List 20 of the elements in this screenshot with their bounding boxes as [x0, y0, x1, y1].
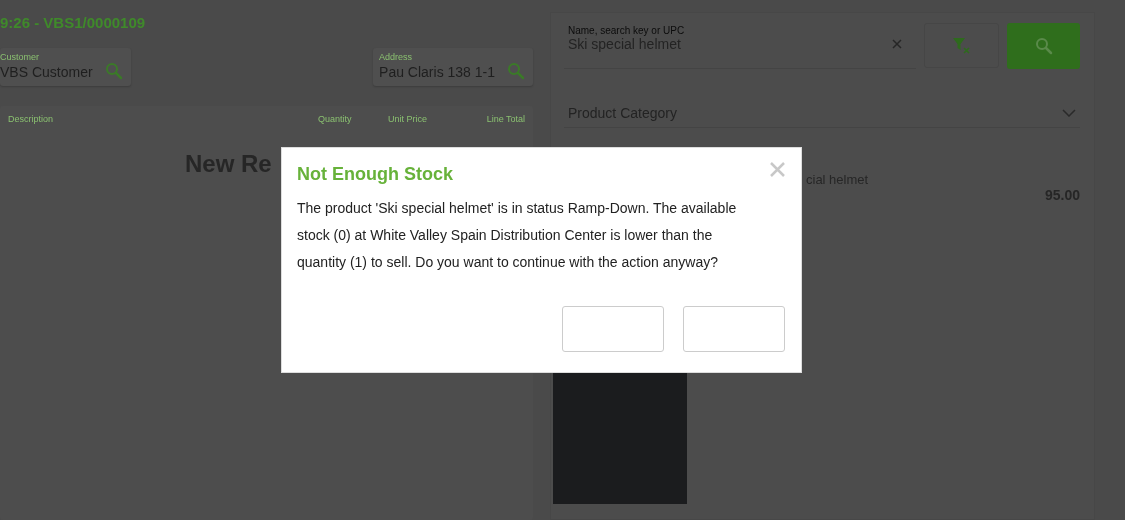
field-label: Customer — [0, 52, 40, 62]
dialog-title: Not Enough Stock — [297, 163, 453, 185]
close-icon[interactable] — [770, 162, 785, 177]
blank-button[interactable] — [562, 306, 664, 352]
search-icon — [1034, 37, 1053, 55]
clear-icon[interactable] — [892, 39, 902, 49]
column-header: Line Total — [485, 114, 525, 124]
field-label: Address — [379, 52, 414, 62]
search-button[interactable] — [1007, 23, 1080, 69]
blank-button[interactable] — [683, 306, 785, 352]
column-header: Quantity — [318, 114, 353, 124]
clear-filter-button[interactable] — [924, 23, 999, 68]
column-header: Description — [8, 114, 55, 124]
order-title: 9:26 - VBS1/0000109 — [0, 14, 147, 33]
search-icon — [507, 62, 525, 80]
search-icon — [104, 62, 123, 80]
chevron-down-icon — [1062, 109, 1076, 117]
dialog-message: The product 'Ski special helmet' is in status Ramp-Down. The available stock (0) at White Valley Spain Distribution Center is lower than the quantity (1) to sell. Do you want to continue with the action anyway? — [297, 199, 738, 272]
filter-icon — [951, 36, 972, 55]
column-header: Unit Price — [388, 114, 428, 124]
